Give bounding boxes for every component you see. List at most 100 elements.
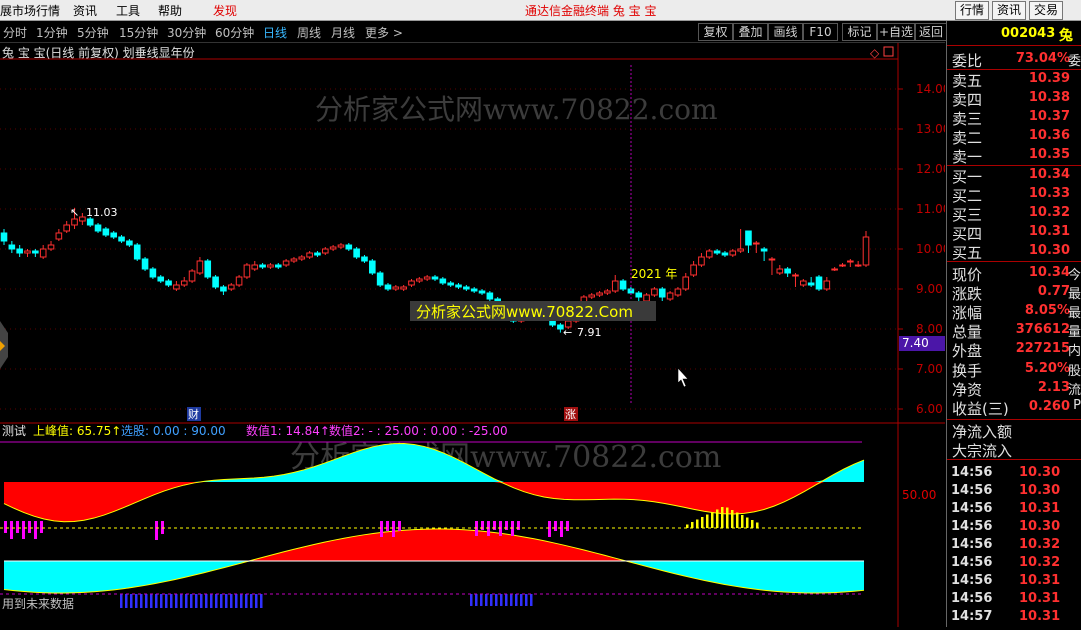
draw-line-button[interactable]: 画线 — [768, 23, 803, 41]
menu-tools[interactable]: 工具 — [116, 2, 140, 19]
candle-body — [133, 244, 141, 260]
candle-body — [839, 264, 846, 267]
buy-level-label: 买一 — [952, 168, 983, 186]
sell-level-label: 卖三 — [952, 110, 983, 128]
candle-body — [604, 290, 611, 294]
low-arrow-icon: ← — [563, 326, 572, 339]
indicator-bar-blue — [520, 594, 523, 606]
candle-body — [126, 240, 133, 246]
period-daily[interactable]: 日线 — [263, 24, 287, 41]
indicator-bar-blue — [160, 594, 163, 608]
candle-body — [682, 276, 690, 290]
buy-level-value: 10.30 — [1028, 243, 1070, 258]
tick-price: 10.30 — [1019, 465, 1061, 480]
menu-news[interactable]: 资讯 — [73, 2, 97, 19]
candle-body — [455, 284, 462, 288]
indicator-bar-magenta — [493, 521, 496, 530]
period-weekly[interactable]: 周线 — [297, 24, 321, 41]
candle-body — [118, 236, 125, 242]
candle-body — [705, 250, 713, 258]
price-axis-label: 9.00 — [916, 282, 943, 296]
tick-row: 14:56 10.30 — [947, 482, 1081, 500]
indicator-bar-yellow — [701, 517, 704, 528]
candle-body — [384, 284, 392, 290]
indicator-bar-blue — [205, 594, 208, 608]
candle-body — [251, 264, 259, 270]
indicator-bar-blue — [120, 594, 123, 608]
candle-body — [290, 258, 298, 262]
candle-body — [690, 264, 697, 276]
indicator-area-red — [4, 482, 864, 522]
indicator-bar-blue — [225, 594, 228, 608]
candle-body — [611, 280, 619, 292]
period-intraday[interactable]: 分时 — [3, 24, 27, 41]
tick-row: 14:56 10.31 — [947, 500, 1081, 518]
sell-level: 卖四 10.38 — [947, 89, 1081, 109]
indicator-bar-blue — [525, 594, 528, 606]
candle-body — [8, 244, 16, 250]
indicator-bar-blue — [510, 594, 513, 606]
candle-body — [666, 292, 674, 300]
indicator-bar-blue — [235, 594, 238, 608]
expand-icon[interactable] — [883, 46, 894, 57]
divider — [947, 261, 1081, 262]
news-button[interactable]: 资讯 — [992, 1, 1026, 20]
indicator-bar-blue — [175, 594, 178, 608]
candle-body — [635, 292, 643, 298]
period-more[interactable]: 更多 > — [365, 24, 403, 41]
stat-row-label: 总量 — [952, 323, 983, 341]
back-button[interactable]: 返回 — [915, 23, 947, 41]
period-1min[interactable]: 1分钟 — [36, 24, 68, 41]
trade-button[interactable]: 交易 — [1029, 1, 1063, 20]
diamond-icon[interactable]: ◇ — [870, 46, 880, 60]
quote-button[interactable]: 行情 — [955, 1, 989, 20]
tick-time: 14:56 — [951, 537, 993, 552]
chart-area[interactable]: 分析家公式网www.70822.com 分析家公式网www.70822.com … — [0, 43, 950, 627]
indicator-bar-blue — [195, 594, 198, 608]
candle-body — [470, 288, 478, 292]
f10-button[interactable]: F10 — [803, 23, 838, 41]
candle-body — [204, 260, 212, 278]
period-toolbar: 分时 1分钟 5分钟 15分钟 30分钟 60分钟 日线 周线 月线 更多 > … — [0, 21, 947, 43]
menu-help[interactable]: 帮助 — [158, 2, 182, 19]
event-label-left: 财 — [188, 407, 199, 421]
indicator-bar-blue — [170, 594, 173, 608]
period-5min[interactable]: 5分钟 — [77, 24, 109, 41]
overlay-button[interactable]: 叠加 — [733, 23, 768, 41]
stat-row: 外盘 227215 内 — [947, 340, 1081, 360]
tick-time: 14:56 — [951, 555, 993, 570]
stat-row: 净资 2.13 流 — [947, 379, 1081, 399]
tick-time: 14:57 — [951, 609, 993, 624]
candle-body — [16, 248, 23, 254]
menu-discover[interactable]: 发现 — [213, 2, 237, 19]
candle-body — [376, 272, 384, 286]
stat-row-label: 涨幅 — [952, 304, 983, 322]
stat-row-cut: 流 — [1067, 383, 1081, 398]
sell-level-label: 卖五 — [952, 72, 983, 90]
fuquan-button[interactable]: 复权 — [698, 23, 733, 41]
indicator-bar-magenta — [10, 521, 13, 539]
period-monthly[interactable]: 月线 — [331, 24, 355, 41]
indicator-name: 测试 — [2, 423, 26, 438]
candle-body — [157, 276, 165, 282]
tick-time: 14:56 — [951, 573, 993, 588]
indicator-bar-blue — [150, 594, 153, 608]
indicator-bar-yellow — [746, 517, 749, 528]
menu-market[interactable]: 展市场行情 — [0, 2, 60, 19]
tick-row: 14:56 10.30 — [947, 464, 1081, 482]
candle-body — [658, 288, 666, 298]
candle-body — [267, 264, 274, 268]
period-15min[interactable]: 15分钟 — [119, 24, 158, 41]
price-axis-label: 11.00 — [916, 202, 945, 216]
kline-svg[interactable]: 分析家公式网www.70822.com 分析家公式网www.70822.com … — [0, 43, 950, 627]
sell-level: 卖五 10.39 — [947, 70, 1081, 90]
period-60min[interactable]: 60分钟 — [215, 24, 254, 41]
add-watchlist-button[interactable]: +自选 — [877, 23, 915, 41]
stat-row-label: 涨跌 — [952, 285, 983, 303]
candle-body — [306, 252, 313, 258]
candle-body — [776, 268, 784, 274]
candle-body — [141, 258, 149, 270]
mark-button[interactable]: 标记 — [842, 23, 877, 41]
indicator-bar-magenta — [481, 521, 484, 530]
period-30min[interactable]: 30分钟 — [167, 24, 206, 41]
